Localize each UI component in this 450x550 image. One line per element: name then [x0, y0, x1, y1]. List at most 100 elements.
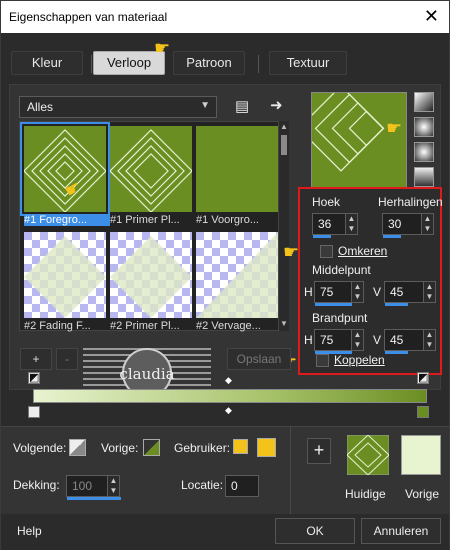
focus-h-field[interactable]: 75 ▲ ▼: [314, 329, 364, 354]
angle-slider[interactable]: [313, 235, 331, 238]
radial-style-button[interactable]: [414, 142, 434, 162]
focus-h-value: 75: [320, 333, 334, 347]
center-h-slider[interactable]: [315, 303, 352, 306]
next-label: Volgende:: [13, 441, 67, 455]
focus-h-label: H: [304, 333, 313, 347]
user-swatch[interactable]: [257, 438, 276, 457]
arrow-right-icon[interactable]: ➜: [270, 96, 283, 114]
scroll-up-icon[interactable]: ▲: [280, 122, 288, 131]
settings-highlight-box: Hoek Herhalingen 36 ▲ ▼ 30 ▲ ▼ Omkeren Mid…: [298, 187, 443, 375]
opacity-stepper[interactable]: ▲ ▼: [107, 476, 119, 496]
center-v-stepper[interactable]: ▲ ▼: [423, 282, 435, 302]
focus-v-value: 45: [390, 333, 404, 347]
focus-h-stepper[interactable]: ▲ ▼: [351, 330, 363, 350]
scroll-down-icon[interactable]: ▼: [280, 319, 288, 328]
link-label[interactable]: Koppelen: [334, 353, 385, 367]
sunburst-style-button[interactable]: [414, 167, 434, 187]
title-bar: Eigenschappen van materiaal ✕: [1, 1, 449, 33]
gallery-item[interactable]: #1 Primer Pl...: [110, 126, 192, 226]
ok-button[interactable]: OK: [275, 518, 355, 544]
bottom-panel: Volgende: Vorige: Gebruiker: Dekking: 10…: [1, 426, 449, 515]
center-h-stepper[interactable]: ▲ ▼: [351, 282, 363, 302]
location-field[interactable]: 0: [225, 475, 259, 497]
link-checkbox[interactable]: [316, 354, 329, 367]
gallery-scrollbar[interactable]: ▲ ▼: [278, 121, 289, 331]
start-stop-marker[interactable]: [28, 406, 40, 418]
gallery-item[interactable]: #1 Foregro...: [20, 122, 110, 226]
location-value: 0: [231, 479, 238, 493]
center-v-value: 45: [390, 285, 404, 299]
user-swatch[interactable]: [233, 439, 248, 454]
gallery-item[interactable]: #2 Vervage...: [196, 232, 278, 332]
angle-stepper[interactable]: ▲ ▼: [345, 214, 357, 234]
gallery-item[interactable]: #2 Fading F...: [24, 232, 106, 332]
invert-label[interactable]: Omkeren: [338, 244, 387, 258]
angle-value: 36: [318, 217, 332, 231]
location-label: Locatie:: [181, 478, 224, 492]
center-v-slider[interactable]: [385, 303, 408, 306]
repeats-field[interactable]: 30 ▲ ▼: [382, 213, 434, 238]
fading-thumbnail: [110, 232, 192, 318]
next-swatch[interactable]: [69, 439, 86, 456]
focus-v-field[interactable]: 45 ▲ ▼: [384, 329, 436, 354]
midpoint-marker[interactable]: ◆: [225, 375, 232, 386]
repeats-slider[interactable]: [383, 235, 401, 238]
watermark-text: claudia: [119, 365, 174, 383]
material-properties-dialog: Eigenschappen van materiaal ✕ Kleur Verl…: [0, 0, 450, 550]
gradient-thumbnail: [24, 126, 106, 212]
tab-divider: [91, 55, 92, 73]
linear-style-button[interactable]: [414, 92, 434, 112]
focus-v-slider[interactable]: [385, 351, 408, 354]
remove-stop-button[interactable]: -: [56, 348, 78, 370]
cancel-button[interactable]: Annuleren: [361, 518, 441, 544]
opacity-slider[interactable]: [67, 497, 121, 500]
angle-field[interactable]: 36 ▲ ▼: [312, 213, 358, 238]
tab-divider: [258, 55, 259, 73]
pointer-hand-icon: ☛: [154, 38, 171, 58]
previous-label: Vorige: [405, 487, 440, 501]
pointer-hand-icon: ☛: [283, 242, 300, 262]
close-icon[interactable]: ✕: [424, 6, 439, 26]
tab-textuur[interactable]: Textuur: [269, 51, 347, 75]
center-label: Middelpunt: [312, 263, 371, 277]
repeats-stepper[interactable]: ▲ ▼: [421, 214, 433, 234]
gallery-item-label: #2 Fading F...: [24, 320, 91, 332]
prev-swatch[interactable]: [143, 439, 160, 456]
gradient-thumbnail: [196, 126, 278, 212]
previous-swatch[interactable]: [401, 435, 441, 475]
gallery-item[interactable]: #2 Primer Pl...: [110, 232, 192, 332]
background-stop-marker[interactable]: ◩: [417, 372, 429, 384]
category-value: Alles: [27, 100, 54, 114]
gallery-item-label: #1 Primer Pl...: [110, 214, 180, 226]
center-h-value: 75: [320, 285, 334, 299]
window-title: Eigenschappen van materiaal: [9, 10, 168, 24]
chevron-down-icon: ▼: [200, 100, 210, 111]
gallery-item-label: #2 Primer Pl...: [110, 320, 180, 332]
help-link[interactable]: Help: [17, 524, 42, 538]
add-stop-button[interactable]: +: [20, 348, 52, 370]
center-h-field[interactable]: 75 ▲ ▼: [314, 281, 364, 306]
midpoint-marker[interactable]: ◆: [225, 405, 232, 416]
fading-thumbnail: [196, 232, 278, 318]
tab-patroon[interactable]: Patroon: [173, 51, 245, 75]
invert-checkbox[interactable]: [320, 245, 333, 258]
foreground-stop-marker[interactable]: ◩: [28, 372, 40, 384]
gradient-thumbnail: [110, 126, 192, 212]
center-v-field[interactable]: 45 ▲ ▼: [384, 281, 436, 306]
rectangular-style-button[interactable]: [414, 117, 434, 137]
prev-label: Vorige:: [101, 441, 139, 455]
save-button[interactable]: Opslaan: [227, 348, 291, 370]
gallery-item-label: #1 Voorgro...: [196, 214, 259, 226]
focus-v-stepper[interactable]: ▲ ▼: [423, 330, 435, 350]
repeats-value: 30: [388, 217, 402, 231]
end-stop-marker[interactable]: [417, 406, 429, 418]
add-to-swatches-button[interactable]: +: [307, 438, 331, 464]
scroll-thumb[interactable]: [281, 135, 287, 155]
opacity-field[interactable]: 100 ▲ ▼: [66, 475, 121, 500]
current-gradient-swatch[interactable]: [347, 435, 389, 475]
gradient-bar[interactable]: [33, 389, 427, 403]
category-dropdown[interactable]: Alles ▼: [19, 96, 217, 118]
gallery-item[interactable]: #1 Voorgro...: [196, 126, 278, 226]
document-icon[interactable]: ▤: [235, 97, 249, 115]
tab-kleur[interactable]: Kleur: [11, 51, 83, 75]
